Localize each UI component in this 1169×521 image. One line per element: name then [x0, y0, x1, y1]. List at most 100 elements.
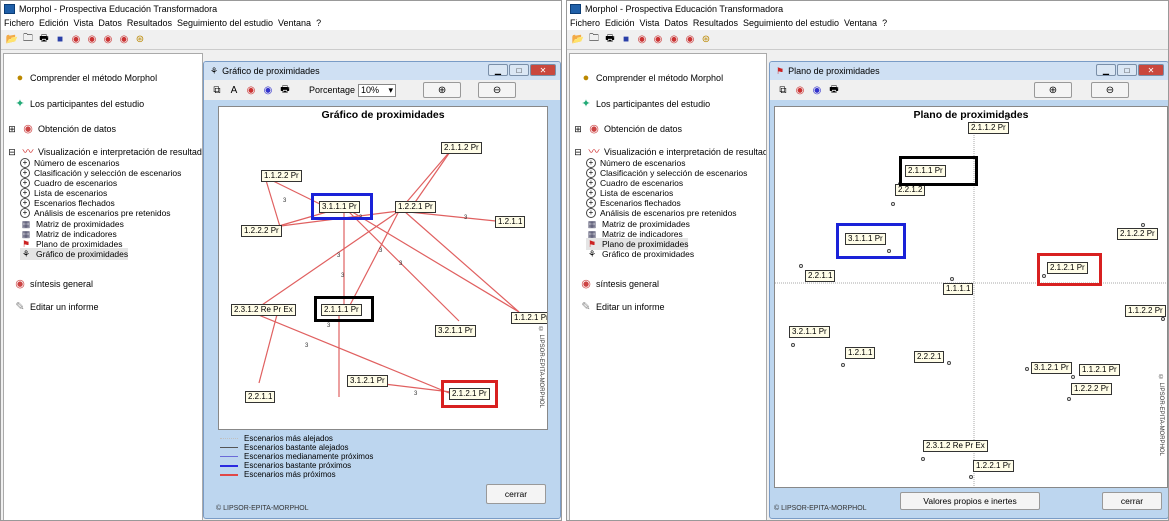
tree-item-participantes[interactable]: ✦ Los participantes del estudio — [580, 98, 710, 110]
maximize-icon[interactable]: □ — [509, 64, 529, 76]
plane-label[interactable]: 3.1.2.1 Pr — [1031, 362, 1072, 374]
tree-item-visualizacion[interactable]: ⊟ 〰 Visualización e interpretación de re… — [572, 146, 766, 158]
tree-subitem[interactable]: + Lista de escenarios — [586, 188, 673, 198]
menu-seguimiento[interactable]: Seguimiento del estudio — [177, 18, 273, 28]
zoom-out-button[interactable]: ⊖ — [478, 82, 517, 98]
expand-plus-icon[interactable]: ⊞ — [572, 123, 584, 135]
menu-resultados[interactable]: Resultados — [693, 18, 738, 28]
tree-subitem[interactable]: + Cuadro de escenarios — [20, 178, 117, 188]
copy-icon[interactable]: ⧉ — [210, 83, 224, 97]
node-label[interactable]: 1.1.2.1 Pr — [511, 312, 547, 324]
menu-resultados[interactable]: Resultados — [127, 18, 172, 28]
plane-label[interactable]: 3.2.1.1 Pr — [789, 326, 830, 338]
tree-subitem[interactable]: + Análisis de escenarios pre retenidos — [586, 208, 737, 218]
zoom-in-button[interactable]: ⊕ — [423, 82, 462, 98]
plane-label[interactable]: 1.1.2.1 Pr — [1079, 364, 1120, 376]
tree-item-informe[interactable]: ✎ Editar un informe — [580, 301, 664, 313]
tree-item-comprender[interactable]: ● Comprender el método Morphol — [14, 72, 157, 84]
minimize-icon[interactable]: ▁ — [1096, 64, 1116, 76]
zoom-in-button[interactable]: ⊕ — [1034, 82, 1072, 98]
tool-icon-3[interactable]: ◉ — [101, 33, 115, 47]
tree-subitem[interactable]: + Número de escenarios — [586, 158, 686, 168]
palette-icon[interactable]: ◉ — [261, 83, 275, 97]
palette-icon[interactable]: ◉ — [810, 83, 824, 97]
tool-icon-1[interactable]: ◉ — [635, 33, 649, 47]
plane-label[interactable]: 2.2.2.1 — [914, 351, 945, 363]
tree-item-informe[interactable]: ✎ Editar un informe — [14, 301, 98, 313]
node-label[interactable]: 3.2.1.1 Pr — [435, 325, 476, 337]
zoom-out-button[interactable]: ⊖ — [1091, 82, 1129, 98]
menu-help[interactable]: ? — [316, 18, 321, 28]
copy-icon[interactable]: ⧉ — [776, 83, 790, 97]
menu-help[interactable]: ? — [882, 18, 887, 28]
menu-vista[interactable]: Vista — [640, 18, 660, 28]
tree-subitem[interactable]: + Cuadro de escenarios — [586, 178, 683, 188]
tool-icon-1[interactable]: ◉ — [69, 33, 83, 47]
color-icon[interactable]: ◉ — [244, 83, 258, 97]
print-icon[interactable]: 🖶 — [827, 83, 841, 97]
menu-fichero[interactable]: Fichero — [4, 18, 34, 28]
menu-edicion[interactable]: Edición — [605, 18, 635, 28]
tree-subitem[interactable]: ⚘ Gráfico de proximidades — [586, 248, 694, 260]
menu-ventana[interactable]: Ventana — [844, 18, 877, 28]
expand-plus-icon[interactable]: ⊞ — [6, 123, 18, 135]
valores-propios-button[interactable]: Valores propios e inertes — [900, 492, 1040, 510]
node-label[interactable]: 1.2.2.2 Pr — [241, 225, 282, 237]
tree-subitem[interactable]: + Escenarios flechados — [586, 198, 681, 208]
porcentage-select[interactable]: 10% ▾ — [358, 83, 397, 97]
print-icon[interactable]: 🖶 — [37, 33, 51, 47]
node-label[interactable]: 1.1.2.2 Pr — [261, 170, 302, 182]
tree-item-comprender[interactable]: ● Comprender el método Morphol — [580, 72, 723, 84]
node-label[interactable]: 1.2.2.1 Pr — [395, 201, 436, 213]
help-icon[interactable]: ⊛ — [699, 33, 713, 47]
print-icon[interactable]: 🖶 — [278, 83, 292, 97]
font-icon[interactable]: A — [227, 83, 241, 97]
plane-label[interactable]: 1.2.2.2 Pr — [1071, 383, 1112, 395]
tree-subitem[interactable]: + Clasificación y selección de escenarios — [586, 168, 747, 178]
plane-label[interactable]: 1.2.1.1 — [845, 347, 876, 359]
plane-label[interactable]: 2.2.1.1 — [805, 270, 836, 282]
node-label[interactable]: 2.3.1.2 Re Pr Ex — [231, 304, 296, 316]
plane-label[interactable]: 1.2.2.1 Pr — [973, 460, 1014, 472]
print-icon[interactable]: 🖶 — [603, 33, 617, 47]
tree-subitem-selected[interactable]: ⚘ Gráfico de proximidades — [20, 248, 129, 260]
save-icon[interactable]: ■ — [53, 33, 67, 47]
close-icon[interactable]: ✕ — [530, 64, 556, 76]
tree-subitem[interactable]: + Lista de escenarios — [20, 188, 107, 198]
cerrar-button[interactable]: cerrar — [486, 484, 546, 504]
plane-label[interactable]: 2.1.1.2 Pr — [968, 122, 1009, 134]
node-label[interactable]: 1.2.1.1 — [495, 216, 526, 228]
close-icon[interactable]: ✕ — [1138, 64, 1164, 76]
menu-seguimiento[interactable]: Seguimiento del estudio — [743, 18, 839, 28]
menu-fichero[interactable]: Fichero — [570, 18, 600, 28]
tool-icon-4[interactable]: ◉ — [683, 33, 697, 47]
open-icon[interactable]: 📂 — [571, 33, 585, 47]
tree-item-obtencion[interactable]: ⊞ ◉ Obtención de datos — [572, 123, 682, 135]
color-icon[interactable]: ◉ — [793, 83, 807, 97]
tree-item-obtencion[interactable]: ⊞ ◉ Obtención de datos — [6, 123, 116, 135]
menu-datos[interactable]: Datos — [664, 18, 688, 28]
tree-item-visualizacion[interactable]: ⊟ 〰 Visualización e interpretación de re… — [6, 146, 202, 158]
menu-datos[interactable]: Datos — [98, 18, 122, 28]
tree-subitem[interactable]: + Número de escenarios — [20, 158, 120, 168]
cerrar-button[interactable]: cerrar — [1102, 492, 1162, 510]
tree-subitem[interactable]: + Clasificación y selección de escenarios — [20, 168, 181, 178]
tree-subitem[interactable]: + Escenarios flechados — [20, 198, 115, 208]
minimize-icon[interactable]: ▁ — [488, 64, 508, 76]
folder-icon[interactable]: 🗀 — [21, 33, 35, 47]
folder-icon[interactable]: 🗀 — [587, 33, 601, 47]
tree-item-participantes[interactable]: ✦ Los participantes del estudio — [14, 98, 144, 110]
tool-icon-3[interactable]: ◉ — [667, 33, 681, 47]
tree-item-sintesis[interactable]: ◉ síntesis general — [580, 278, 659, 290]
plane-label[interactable]: 2.3.1.2 Re Pr Ex — [923, 440, 988, 452]
save-icon[interactable]: ■ — [619, 33, 633, 47]
tree-subitem[interactable]: + Análisis de escenarios pre retenidos — [20, 208, 171, 218]
node-label[interactable]: 2.2.1.1 — [245, 391, 276, 403]
open-icon[interactable]: 📂 — [5, 33, 19, 47]
tool-icon-2[interactable]: ◉ — [85, 33, 99, 47]
node-label[interactable]: 2.1.1.2 Pr — [441, 142, 482, 154]
maximize-icon[interactable]: □ — [1117, 64, 1137, 76]
plane-label[interactable]: 2.1.2.2 Pr — [1117, 228, 1158, 240]
menu-ventana[interactable]: Ventana — [278, 18, 311, 28]
collapse-minus-icon[interactable]: ⊟ — [6, 146, 18, 158]
